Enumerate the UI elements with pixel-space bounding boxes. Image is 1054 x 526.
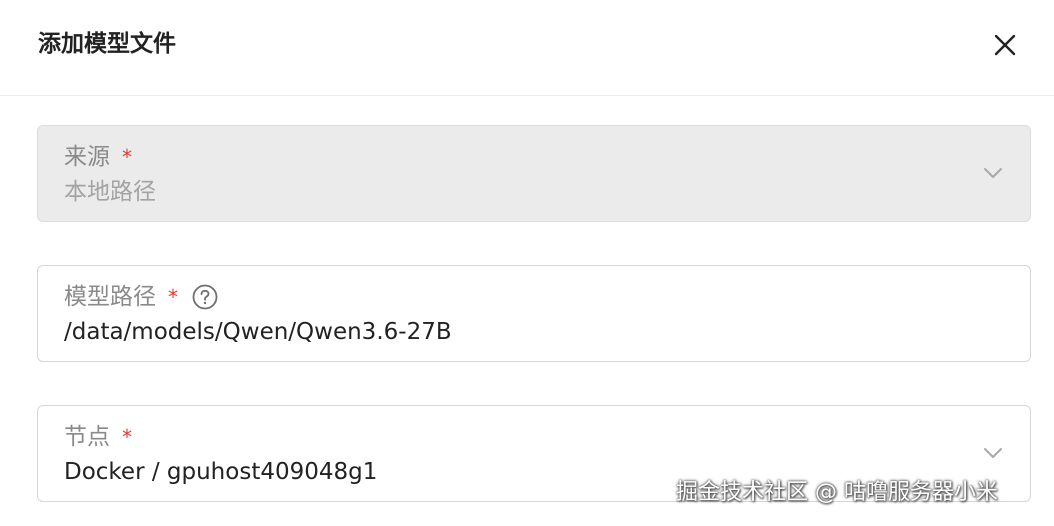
required-mark: * [122,145,132,169]
chevron-down-icon [982,442,1004,464]
close-icon [994,34,1016,56]
question-circle-icon[interactable] [192,284,218,310]
required-mark: * [122,425,132,449]
close-button[interactable] [988,28,1022,62]
model-path-label-row: 模型路径 * [64,282,218,312]
node-label: 节点 [64,424,110,450]
source-select[interactable]: 来源 * 本地路径 [37,125,1031,222]
dialog-title: 添加模型文件 [38,31,176,57]
dialog-header: 添加模型文件 [0,0,1054,96]
model-path-label: 模型路径 [64,284,156,310]
node-value: Docker / gpuhost409048g1 [64,459,378,485]
model-path-input[interactable]: /data/models/Qwen/Qwen3.6-27B [64,316,452,348]
source-label: 来源 [64,144,110,170]
watermark: 掘金技术社区 @ 咕噜服务器小米 [676,480,998,505]
chevron-down-icon [982,162,1004,184]
source-label-row: 来源 * [64,142,132,172]
source-value: 本地路径 [64,179,156,205]
add-model-file-dialog: 添加模型文件 来源 * 本地路径 模型路径 * /data/models/Qwe… [0,0,1054,526]
required-mark: * [168,285,178,309]
model-path-field[interactable]: 模型路径 * /data/models/Qwen/Qwen3.6-27B [37,265,1031,362]
node-label-row: 节点 * [64,422,132,452]
